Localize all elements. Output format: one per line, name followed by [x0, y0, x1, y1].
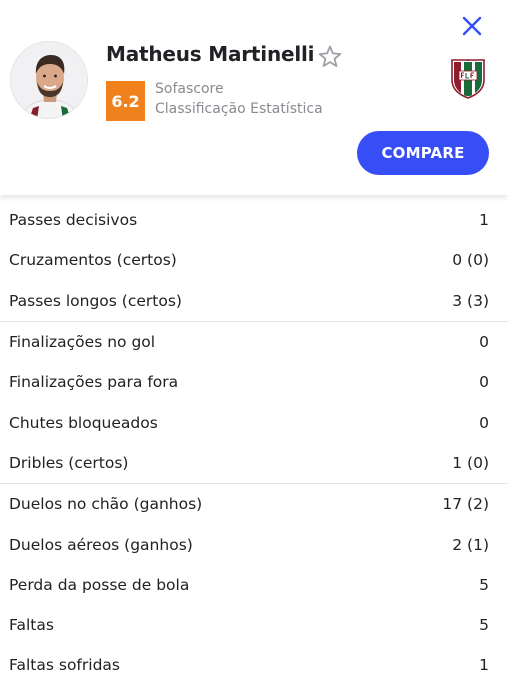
stat-label: Passes longos (certos): [9, 291, 182, 310]
stat-group: Duelos no chão (ganhos) 17 (2) Duelos aére…: [0, 484, 508, 680]
stat-label: Duelos no chão (ganhos): [9, 495, 203, 514]
stat-row: Cruzamentos (certos) 0 (0): [0, 240, 508, 280]
stat-row: Chutes bloqueados 0: [0, 402, 508, 442]
stat-group: Finalizações no gol 0 Finalizações para fo…: [0, 322, 508, 485]
stat-row: Duelos aéreos (ganhos) 2 (1): [0, 524, 508, 564]
fluminense-crest-icon: [451, 59, 485, 99]
close-button[interactable]: [458, 12, 486, 40]
player-header: Matheus Martinelli 6.2 Sofascore Classif…: [0, 0, 508, 195]
stat-value: 1: [479, 656, 489, 675]
stat-value: 0: [479, 413, 489, 432]
stat-label: Faltas: [9, 616, 54, 635]
stat-row: Faltas 5: [0, 605, 508, 645]
stat-label: Finalizações para fora: [9, 373, 179, 392]
favorite-button[interactable]: [317, 44, 343, 70]
stat-row: Passes longos (certos) 3 (3): [0, 281, 508, 321]
star-outline-icon: [318, 45, 342, 67]
stat-value: 5: [479, 575, 489, 594]
stat-label: Faltas sofridas: [9, 656, 120, 675]
player-photo: [11, 42, 87, 118]
player-name: Matheus Martinelli: [106, 42, 315, 66]
rating-badge: 6.2: [106, 81, 145, 121]
stat-row: Duelos no chão (ganhos) 17 (2): [0, 484, 508, 524]
club-crest[interactable]: [450, 58, 486, 99]
stat-row: Dribles (certos) 1 (0): [0, 443, 508, 483]
stat-row: Faltas sofridas 1: [0, 645, 508, 680]
stat-label: Finalizações no gol: [9, 333, 156, 352]
stat-value: 0: [479, 373, 489, 392]
close-icon: [462, 16, 482, 36]
stat-value: 0 (0): [452, 251, 489, 270]
stat-label: Passes decisivos: [9, 211, 138, 230]
stat-value: 2 (1): [452, 535, 489, 554]
rating-label: Classificação Estatística: [155, 101, 323, 117]
stat-group: Passes decisivos 1 Cruzamentos (certos) 0 (…: [0, 200, 508, 322]
compare-button[interactable]: COMPARE: [357, 131, 489, 175]
stat-label: Perda da posse de bola: [9, 575, 190, 594]
stat-row: Finalizações para fora 0: [0, 362, 508, 402]
stat-value: 5: [479, 616, 489, 635]
stat-label: Cruzamentos (certos): [9, 251, 177, 270]
stat-value: 0: [479, 333, 489, 352]
stat-row: Finalizações no gol 0: [0, 322, 508, 362]
stat-value: 3 (3): [452, 291, 489, 310]
stat-row: Passes decisivos 1: [0, 200, 508, 240]
stat-label: Chutes bloqueados: [9, 413, 158, 432]
rating-source: Sofascore: [155, 81, 224, 97]
stat-value: 17 (2): [442, 495, 489, 514]
stat-value: 1: [479, 211, 489, 230]
stat-row: Perda da posse de bola 5: [0, 565, 508, 605]
stat-label: Duelos aéreos (ganhos): [9, 535, 193, 554]
stat-value: 1 (0): [452, 453, 489, 472]
stat-label: Dribles (certos): [9, 453, 129, 472]
stats-list: Passes decisivos 1 Cruzamentos (certos) 0 (…: [0, 200, 508, 680]
avatar: [10, 41, 88, 119]
